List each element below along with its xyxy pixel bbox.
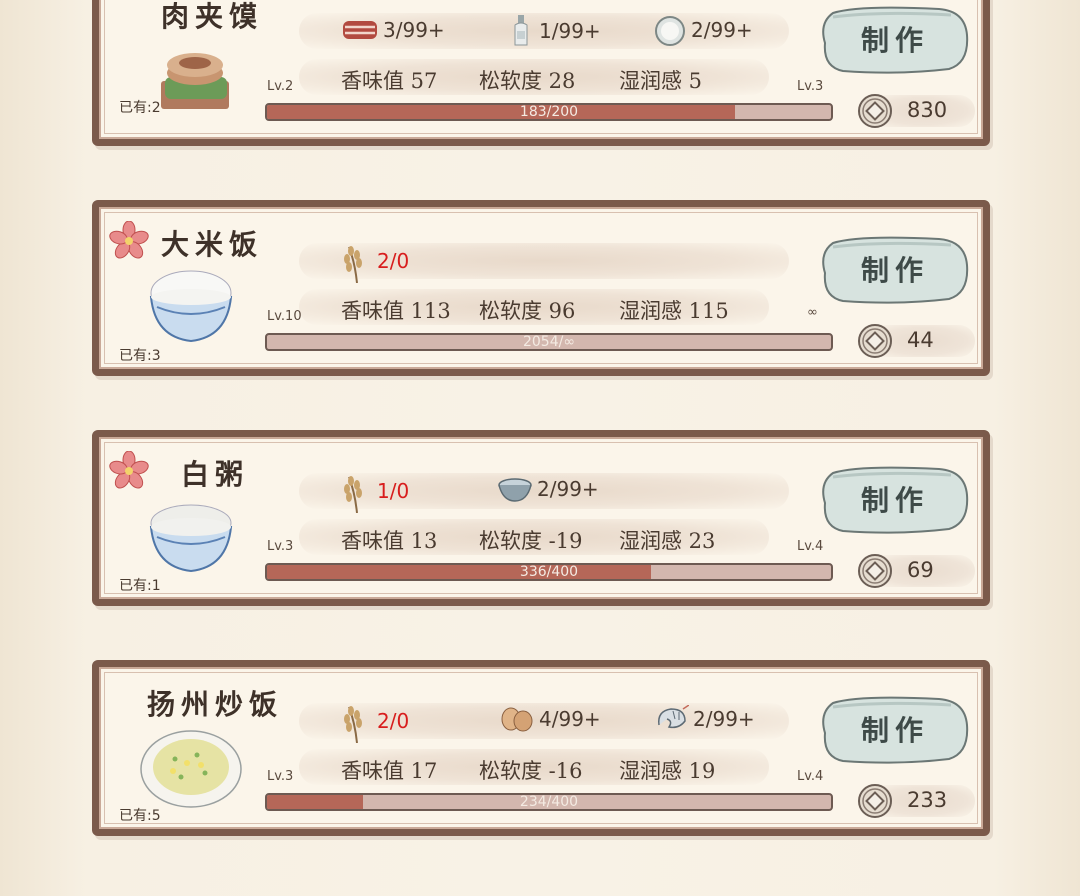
sell-price: 830 (857, 93, 987, 129)
copper-coin-icon (858, 784, 892, 818)
ingredient-count: 4/99+ (539, 707, 601, 731)
make-button-label: 制作 (860, 714, 929, 747)
aroma-stat: 香味值 13 (341, 529, 438, 553)
sell-price: 44 (857, 323, 987, 359)
sell-price: 69 (857, 553, 987, 589)
progress-text: 234/400 (519, 794, 579, 810)
price-value: 44 (907, 328, 934, 352)
price-value: 233 (907, 788, 948, 812)
copper-coin-icon (858, 94, 892, 128)
ingredient-item: 2/0 (339, 239, 409, 283)
roujiamo-dish-icon (161, 53, 229, 109)
softness-stat: 松软度 28 (479, 69, 576, 93)
recipe-card-porridge: 白粥 已有:1 1/0 2/99+ 香味值 13 松软度 -19 湿润感 23 … (92, 430, 990, 606)
next-level: ∞ (807, 305, 818, 320)
recipe-name: 白粥 (181, 458, 250, 491)
stats-row: 香味值 17 松软度 -16 湿润感 19 (341, 755, 761, 783)
ingredient-count: 1/0 (377, 479, 410, 503)
recipe-name: 扬州炒饭 (147, 688, 284, 721)
make-button-label: 制作 (860, 24, 929, 57)
make-button[interactable]: 制作 (819, 465, 971, 535)
make-button-label: 制作 (860, 254, 929, 287)
progress-bar: 234/400 (265, 793, 833, 811)
egg-icon (501, 707, 533, 732)
ingredient-item: 2/0 (339, 699, 409, 743)
ingredient-item: 2/99+ (653, 13, 753, 47)
moisture-stat: 湿润感 5 (619, 69, 703, 93)
softness-stat: 松软度 -16 (479, 759, 583, 783)
current-level: Lv.2 (267, 79, 294, 94)
aroma-stat: 香味值 113 (341, 299, 451, 323)
stats-row: 香味值 13 松软度 -19 湿润感 23 (341, 525, 761, 553)
ingredient-count: 2/0 (377, 709, 410, 733)
ingredient-item: 4/99+ (499, 705, 601, 733)
recipe-card-roujiamo: 肉夹馍 已有:2 3/99+ 1/99+ 2/99+ 香味值 57 松软度 28… (92, 0, 990, 146)
progress-bar: 183/200 (265, 103, 833, 121)
ingredient-count: 2/99+ (537, 477, 599, 501)
current-level: Lv.3 (267, 539, 294, 554)
recipe-name: 肉夹馍 (161, 0, 264, 33)
shrimp-icon (658, 705, 689, 729)
recipe-card-fried-rice: 扬州炒饭 已有:5 2/0 4/99+ 2/99+ 香味值 17 松软度 -16… (92, 660, 990, 836)
rice-stalk-icon (344, 706, 362, 743)
moisture-stat: 湿润感 19 (619, 759, 716, 783)
aroma-stat: 香味值 17 (341, 759, 438, 783)
owned-count: 已有:3 (119, 348, 161, 364)
water-bowl-icon (498, 478, 532, 502)
softness-stat: 松软度 -19 (479, 529, 583, 553)
next-level: Lv.3 (797, 79, 824, 94)
ingredient-count: 2/99+ (691, 18, 753, 42)
aroma-stat: 香味值 57 (341, 69, 438, 93)
copper-coin-icon (858, 554, 892, 588)
ingredient-item: 2/99+ (653, 705, 755, 733)
stats-row: 香味值 57 松软度 28 湿润感 5 (341, 65, 761, 93)
price-value: 69 (907, 558, 934, 582)
next-level: Lv.4 (797, 769, 824, 784)
ingredient-item: 2/99+ (497, 475, 599, 503)
rice-bowl-icon (149, 270, 233, 343)
progress-text: 2054/∞ (522, 334, 575, 350)
progress-bar: 336/400 (265, 563, 833, 581)
progress-bar: 2054/∞ (265, 333, 833, 351)
sell-price: 233 (857, 783, 987, 819)
ingredient-count: 3/99+ (383, 18, 445, 42)
ingredient-item: 1/99+ (507, 13, 601, 49)
ingredient-count: 1/99+ (539, 19, 601, 43)
make-button[interactable]: 制作 (819, 695, 971, 765)
recipe-name: 大米饭 (161, 228, 264, 261)
next-level: Lv.4 (797, 539, 824, 554)
moisture-stat: 湿润感 23 (619, 529, 716, 553)
moisture-stat: 湿润感 115 (619, 299, 729, 323)
make-button[interactable]: 制作 (819, 5, 971, 75)
copper-coin-icon (858, 324, 892, 358)
flour-bowl-icon (655, 16, 685, 46)
stats-row: 香味值 113 松软度 96 湿润感 115 (341, 295, 761, 323)
price-value: 830 (907, 98, 948, 122)
make-button[interactable]: 制作 (819, 235, 971, 305)
ingredient-count: 2/0 (377, 249, 410, 273)
progress-text: 336/400 (519, 564, 579, 580)
owned-count: 已有:5 (119, 808, 161, 824)
sakura-flower-icon (109, 221, 149, 259)
fried-rice-plate-icon (140, 730, 242, 808)
ingredient-item: 3/99+ (341, 15, 445, 45)
bottle-icon (514, 15, 528, 46)
owned-count: 已有:1 (119, 578, 161, 594)
ingredient-item: 1/0 (339, 469, 409, 513)
progress-text: 183/200 (519, 104, 579, 120)
recipe-card-rice: 大米饭 已有:3 2/0 香味值 113 松软度 96 湿润感 115 Lv.1… (92, 200, 990, 376)
softness-stat: 松软度 96 (479, 299, 576, 323)
meat-icon (343, 21, 377, 39)
sakura-flower-icon (109, 451, 149, 489)
ingredient-count: 2/99+ (693, 707, 755, 731)
rice-stalk-icon (344, 476, 362, 513)
porridge-bowl-icon (149, 504, 233, 573)
current-level: Lv.10 (267, 309, 302, 324)
make-button-label: 制作 (860, 484, 929, 517)
owned-count: 已有:2 (119, 100, 161, 116)
rice-stalk-icon (344, 246, 362, 283)
current-level: Lv.3 (267, 769, 294, 784)
